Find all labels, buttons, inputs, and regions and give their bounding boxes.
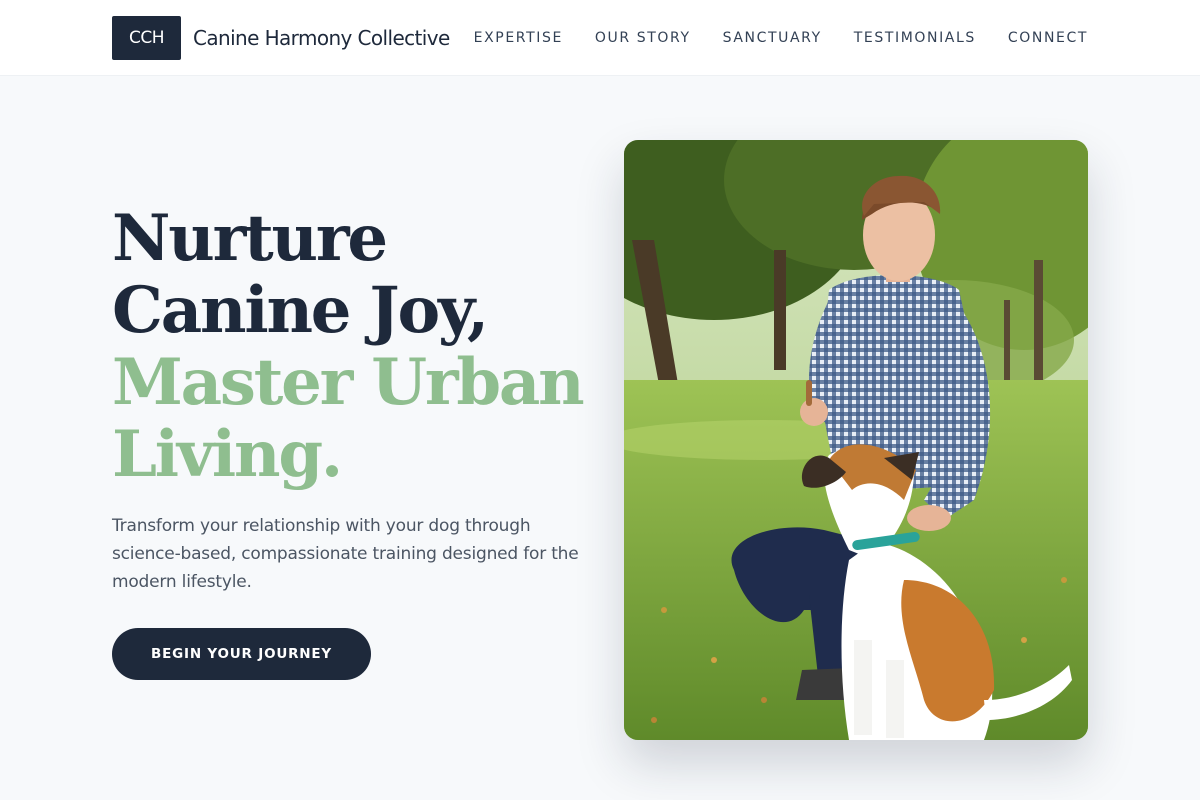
main-nav: EXPERTISE OUR STORY SANCTUARY TESTIMONIA… [474, 28, 1088, 48]
hero-title-accent-line: Living. [112, 417, 343, 492]
nav-link-sanctuary[interactable]: SANCTUARY [723, 28, 822, 48]
brand-name[interactable]: Canine Harmony Collective [193, 25, 450, 51]
nav-link-our-story[interactable]: OUR STORY [595, 28, 691, 48]
nav-link-testimonials[interactable]: TESTIMONIALS [854, 28, 976, 48]
logo-text: CCH [128, 28, 165, 48]
hero-title-accent-line: Master Urban [112, 345, 585, 420]
nav-link-connect[interactable]: CONNECT [1008, 28, 1088, 48]
hero-photo [624, 140, 1088, 740]
hero-title: Nurture Canine Joy, Master Urban Living. [112, 203, 612, 491]
hero-subtitle: Transform your relationship with your do… [112, 516, 579, 592]
begin-journey-button[interactable]: BEGIN YOUR JOURNEY [112, 628, 371, 680]
hero-title-line: Nurture [112, 201, 388, 276]
nav-link-expertise[interactable]: EXPERTISE [474, 28, 563, 48]
hero-title-line: Canine Joy, [112, 273, 489, 348]
site-header: CCH Canine Harmony Collective EXPERTISE … [0, 0, 1200, 76]
park-photo-illustration [624, 140, 1088, 740]
logo-badge[interactable]: CCH [112, 16, 181, 60]
